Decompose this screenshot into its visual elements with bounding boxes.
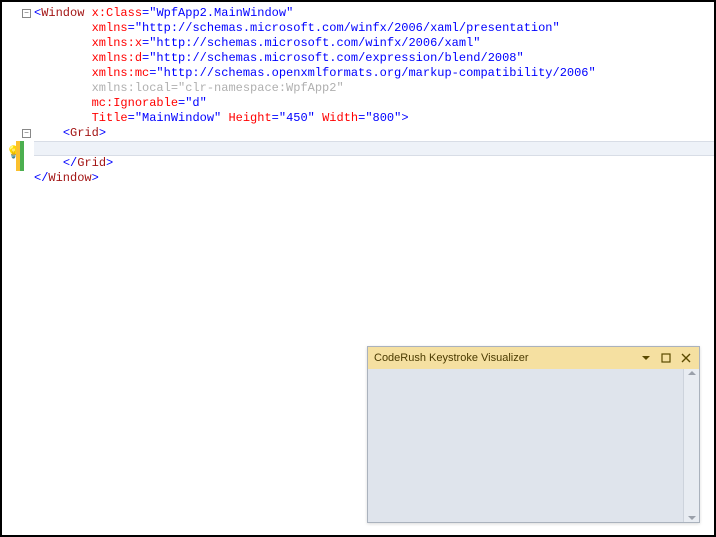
fold-toggle-window[interactable] [22, 9, 31, 18]
code-line: Title="MainWindow" Height="450" Width="8… [34, 111, 714, 126]
dropdown-icon[interactable] [639, 351, 653, 365]
code-line: <Grid> [34, 126, 714, 141]
code-line: xmlns:d="http://schemas.microsoft.com/ex… [34, 51, 714, 66]
maximize-icon[interactable] [659, 351, 673, 365]
code-line: <Window x:Class="WpfApp2.MainWindow" [34, 6, 714, 21]
toolwindow-body [368, 369, 699, 522]
scroll-down-icon[interactable] [688, 516, 696, 520]
gutter: 💡 [2, 2, 34, 535]
code-line: </Grid> [34, 156, 714, 171]
keystroke-visualizer-window[interactable]: CodeRush Keystroke Visualizer [367, 346, 700, 523]
toolwindow-scrollbar[interactable] [683, 369, 699, 522]
code-line: xmlns="http://schemas.microsoft.com/winf… [34, 21, 714, 36]
code-line: </Window> [34, 171, 714, 186]
close-icon[interactable] [679, 351, 693, 365]
scroll-up-icon[interactable] [688, 371, 696, 375]
toolwindow-titlebar[interactable]: CodeRush Keystroke Visualizer [368, 347, 699, 369]
toolwindow-title: CodeRush Keystroke Visualizer [374, 352, 528, 364]
code-line: mc:Ignorable="d" [34, 96, 714, 111]
code-line-current [34, 141, 714, 156]
code-line: xmlns:mc="http://schemas.openxmlformats.… [34, 66, 714, 81]
change-marker-green [20, 141, 24, 171]
code-line: xmlns:x="http://schemas.microsoft.com/wi… [34, 36, 714, 51]
fold-toggle-grid[interactable] [22, 129, 31, 138]
code-line: xmlns:local="clr-namespace:WpfApp2" [34, 81, 714, 96]
